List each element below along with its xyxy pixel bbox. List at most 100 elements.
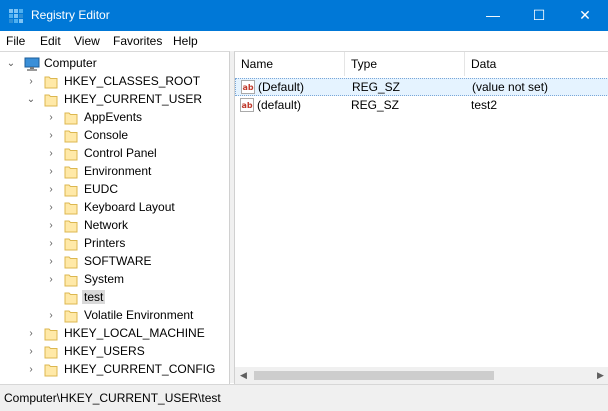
chevron-right-icon[interactable]: › bbox=[46, 203, 56, 213]
chevron-down-icon[interactable]: ⌄ bbox=[6, 59, 16, 69]
tree-node-label: Printers bbox=[84, 236, 126, 250]
column-header-data[interactable]: Data bbox=[465, 52, 608, 76]
value-row[interactable]: ab (Default) REG_SZ (value not set) bbox=[235, 78, 608, 96]
chevron-right-icon[interactable]: › bbox=[46, 239, 56, 249]
value-data: (value not set) bbox=[472, 80, 549, 94]
chevron-right-icon[interactable]: › bbox=[46, 185, 56, 195]
computer-icon bbox=[24, 56, 40, 72]
menu-view[interactable]: View bbox=[74, 34, 100, 48]
chevron-right-icon[interactable]: › bbox=[46, 167, 56, 177]
window-title: Registry Editor bbox=[31, 8, 110, 22]
registry-editor-icon bbox=[9, 9, 23, 23]
tree-node-label: test bbox=[82, 290, 106, 304]
title-bar: Registry Editor — ☐ ✕ bbox=[0, 0, 608, 31]
tree-node-label: EUDC bbox=[84, 182, 119, 196]
folder-icon bbox=[44, 362, 58, 378]
maximize-button[interactable]: ☐ bbox=[516, 0, 562, 31]
tree-node-label: AppEvents bbox=[84, 110, 143, 124]
tree-node-label: Keyboard Layout bbox=[84, 200, 175, 214]
tree-node-label: Volatile Environment bbox=[84, 308, 194, 322]
tree-node-label: HKEY_CLASSES_ROOT bbox=[64, 74, 201, 88]
string-value-icon: ab bbox=[240, 98, 254, 112]
menu-edit[interactable]: Edit bbox=[40, 34, 61, 48]
folder-icon bbox=[64, 128, 78, 144]
folder-icon bbox=[64, 182, 78, 198]
value-name: (default) bbox=[257, 98, 302, 112]
menu-favorites[interactable]: Favorites bbox=[113, 34, 162, 48]
menu-help[interactable]: Help bbox=[173, 34, 198, 48]
chevron-right-icon[interactable]: › bbox=[46, 257, 56, 267]
value-data: test2 bbox=[471, 98, 498, 112]
tree-node[interactable]: › HKEY_USERS bbox=[0, 343, 229, 361]
folder-icon bbox=[64, 254, 78, 270]
tree-node[interactable]: › SOFTWARE bbox=[0, 253, 229, 271]
folder-icon bbox=[64, 290, 78, 306]
tree-node[interactable]: › HKEY_LOCAL_MACHINE bbox=[0, 325, 229, 343]
chevron-right-icon[interactable]: › bbox=[26, 77, 36, 87]
tree-node[interactable]: › Keyboard Layout bbox=[0, 199, 229, 217]
scroll-right-arrow-icon[interactable]: ▶ bbox=[592, 367, 608, 384]
folder-icon bbox=[64, 110, 78, 126]
chevron-right-icon[interactable]: › bbox=[46, 131, 56, 141]
tree-node-label: System bbox=[84, 272, 125, 286]
svg-text:ab: ab bbox=[242, 101, 253, 110]
menu-bar: File Edit View Favorites Help bbox=[0, 31, 608, 51]
tree-node-label: Console bbox=[84, 128, 129, 142]
tree-node-label: HKEY_CURRENT_CONFIG bbox=[64, 362, 216, 376]
tree-node[interactable]: › Volatile Environment bbox=[0, 307, 229, 325]
status-bar: Computer\HKEY_CURRENT_USER\test bbox=[0, 384, 608, 411]
chevron-right-icon[interactable]: › bbox=[26, 329, 36, 339]
tree-node[interactable]: › Printers bbox=[0, 235, 229, 253]
tree-node-label: Control Panel bbox=[84, 146, 157, 160]
tree-node[interactable]: › EUDC bbox=[0, 181, 229, 199]
folder-icon bbox=[64, 200, 78, 216]
tree-node-label: SOFTWARE bbox=[84, 254, 152, 268]
tree-node-label: HKEY_USERS bbox=[64, 344, 145, 358]
tree-node[interactable]: › System bbox=[0, 271, 229, 289]
scrollbar-thumb[interactable] bbox=[254, 371, 494, 380]
chevron-right-icon[interactable]: › bbox=[26, 347, 36, 357]
chevron-down-icon[interactable]: ⌄ bbox=[26, 95, 36, 105]
folder-icon bbox=[64, 146, 78, 162]
tree-node-label: HKEY_LOCAL_MACHINE bbox=[64, 326, 205, 340]
tree-node[interactable]: › Control Panel bbox=[0, 145, 229, 163]
menu-file[interactable]: File bbox=[6, 34, 25, 48]
tree-node[interactable]: › HKEY_CURRENT_CONFIG bbox=[0, 361, 229, 379]
horizontal-scrollbar[interactable]: ◀ ▶ bbox=[235, 367, 608, 384]
folder-icon bbox=[64, 164, 78, 180]
tree-node[interactable]: › AppEvents bbox=[0, 109, 229, 127]
minimize-button[interactable]: — bbox=[470, 0, 516, 31]
chevron-right-icon[interactable]: › bbox=[46, 275, 56, 285]
tree-node-label: Network bbox=[84, 218, 129, 232]
tree-node[interactable]: › Environment bbox=[0, 163, 229, 181]
folder-icon bbox=[44, 344, 58, 360]
chevron-right-icon[interactable]: › bbox=[46, 221, 56, 231]
chevron-right-icon[interactable]: › bbox=[46, 113, 56, 123]
tree-node-label: HKEY_CURRENT_USER bbox=[64, 92, 203, 106]
key-tree[interactable]: ⌄ Computer › HKEY_CLASSES_ROOT ⌄ HKEY_CURRENT… bbox=[0, 51, 230, 384]
values-list[interactable]: Name Type Data ◀ ▶ ab (Default) REG_SZ (val… bbox=[234, 51, 608, 384]
folder-icon bbox=[44, 74, 58, 90]
folder-icon bbox=[44, 326, 58, 342]
tree-node[interactable]: ⌄ Computer bbox=[0, 55, 229, 73]
folder-icon bbox=[64, 218, 78, 234]
status-path: Computer\HKEY_CURRENT_USER\test bbox=[4, 391, 221, 405]
tree-node[interactable]: › HKEY_CLASSES_ROOT bbox=[0, 73, 229, 91]
chevron-right-icon[interactable]: › bbox=[46, 311, 56, 321]
folder-icon bbox=[64, 272, 78, 288]
column-header-type[interactable]: Type bbox=[345, 52, 465, 76]
scroll-left-arrow-icon[interactable]: ◀ bbox=[235, 367, 252, 384]
tree-node[interactable]: › Console bbox=[0, 127, 229, 145]
close-button[interactable]: ✕ bbox=[562, 0, 608, 31]
folder-icon bbox=[64, 236, 78, 252]
value-row[interactable]: ab (default) REG_SZ test2 bbox=[235, 97, 608, 115]
tree-node[interactable]: › Network bbox=[0, 217, 229, 235]
chevron-right-icon[interactable]: › bbox=[26, 365, 36, 375]
value-type: REG_SZ bbox=[352, 80, 401, 94]
column-header-name[interactable]: Name bbox=[235, 52, 345, 76]
chevron-right-icon[interactable]: › bbox=[46, 149, 56, 159]
tree-node[interactable]: ⌄ HKEY_CURRENT_USER bbox=[0, 91, 229, 109]
svg-text:ab: ab bbox=[243, 83, 254, 92]
tree-node-label: Environment bbox=[84, 164, 152, 178]
tree-node[interactable]: test bbox=[0, 289, 229, 307]
